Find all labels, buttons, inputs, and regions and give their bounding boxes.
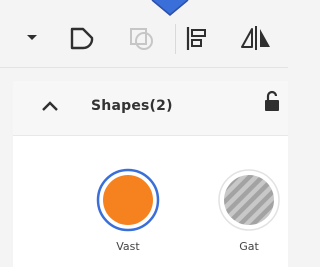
align-button[interactable] (178, 20, 214, 56)
shape-swatch-gat[interactable]: Gat (217, 168, 281, 253)
flip-button[interactable] (238, 20, 274, 56)
shape-swatch-vast[interactable]: Vast (96, 168, 160, 253)
dropdown-toggle[interactable] (19, 20, 45, 56)
shapes-panel-header[interactable]: Shapes(2) (13, 81, 288, 136)
swatch-circle (96, 168, 160, 232)
unlock-icon[interactable] (263, 90, 281, 112)
app-root: Shapes(2) Vast Gat (0, 0, 288, 267)
swatch-label: Vast (116, 240, 140, 253)
chevron-up-icon[interactable] (41, 99, 59, 113)
chevron-down-icon (27, 35, 37, 40)
toolbar-divider (175, 24, 176, 54)
toolbar (0, 0, 288, 68)
shapes-panel: Shapes(2) Vast Gat (13, 81, 288, 267)
popover-pointer (151, 0, 189, 16)
swatch-circle (218, 169, 280, 231)
shape-path-icon (70, 27, 94, 50)
align-left-icon (186, 27, 206, 50)
swatch-label: Gat (239, 240, 259, 253)
panel-title: Shapes(2) (91, 98, 173, 114)
shape-combine-button[interactable] (123, 20, 159, 56)
shape-combine-icon (130, 28, 153, 50)
shape-tool-button[interactable] (64, 20, 100, 56)
flip-horizontal-icon (241, 26, 270, 50)
